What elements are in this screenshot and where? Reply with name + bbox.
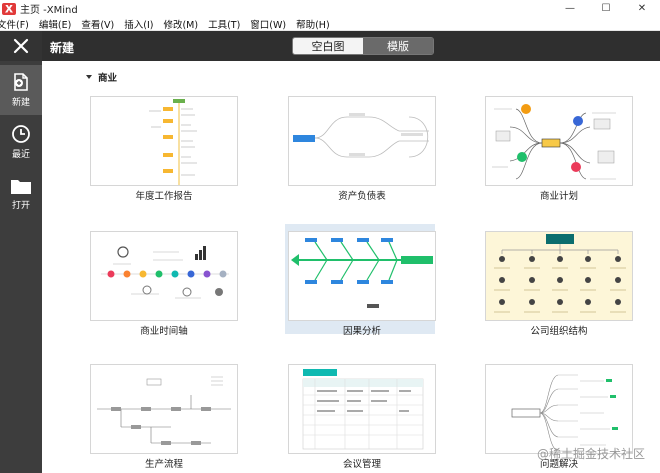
menu-view[interactable]: 查看(V) [81, 17, 114, 31]
maximize-button[interactable]: ☐ [588, 0, 624, 17]
window-controls: — ☐ ✕ [552, 0, 660, 17]
template-thumbnail [288, 364, 436, 454]
template-card-cause-analysis[interactable]: 因果分析 [288, 231, 438, 337]
watermark-text: @稀土掘金技术社区 [537, 447, 646, 461]
window-title: 主页 -XMind [20, 5, 78, 16]
menu-modify[interactable]: 修改(M) [163, 17, 198, 31]
problem-solving-thumbnail-icon [511, 374, 618, 452]
template-card-balance-sheet[interactable]: 资产负债表 [288, 96, 438, 202]
template-name: 会议管理 [342, 459, 381, 470]
caret-down-icon [86, 75, 92, 79]
template-card-org-structure[interactable]: 公司组织结构 [485, 231, 635, 337]
close-panel-button[interactable] [0, 31, 42, 61]
sidebar-item-new[interactable]: 新建 [0, 65, 42, 115]
section-header[interactable]: 商业 [86, 70, 117, 84]
template-thumbnail [90, 364, 238, 454]
sidebar: 新建 最近 打开 [0, 31, 42, 473]
minimize-button[interactable]: — [552, 0, 588, 17]
header-bar: 新建 空白图 模版 [42, 31, 660, 61]
sidebar-item-label: 最近 [11, 150, 30, 160]
tab-templates[interactable]: 模版 [363, 38, 433, 54]
business-timeline-thumbnail-icon [101, 246, 229, 299]
template-thumbnail [485, 231, 633, 321]
sidebar-item-recent[interactable]: 最近 [0, 117, 42, 167]
cause-analysis-thumbnail-icon [291, 238, 433, 308]
template-card-business-plan[interactable]: 商业计划 [485, 96, 635, 202]
page-title: 新建 [50, 41, 75, 55]
menu-insert[interactable]: 插入(I) [124, 17, 153, 31]
template-card-meeting-management[interactable]: 会议管理 [288, 364, 438, 470]
org-structure-thumbnail-icon [494, 234, 626, 313]
template-thumbnail [485, 364, 633, 454]
menu-file[interactable]: 文件(F) [0, 17, 29, 31]
template-thumbnail [485, 96, 633, 186]
business-plan-thumbnail-icon [492, 104, 616, 180]
template-name: 商业计划 [539, 191, 578, 202]
template-thumbnail [288, 231, 436, 321]
template-card-production-process[interactable]: 生产流程 [90, 364, 240, 470]
template-name: 年度工作报告 [135, 191, 193, 202]
template-thumbnail [90, 96, 238, 186]
sidebar-item-label: 打开 [11, 201, 30, 211]
tab-blank-map[interactable]: 空白图 [293, 38, 363, 54]
template-name: 生产流程 [144, 459, 183, 470]
menu-tools[interactable]: 工具(T) [208, 17, 240, 31]
balance-sheet-thumbnail-icon [293, 113, 429, 158]
clock-icon [12, 125, 30, 143]
section-title: 商业 [98, 73, 118, 84]
sidebar-item-label: 新建 [11, 98, 30, 108]
meeting-management-thumbnail-icon [302, 369, 424, 450]
menu-window[interactable]: 窗口(W) [250, 17, 286, 31]
new-file-icon [14, 73, 28, 91]
menu-edit[interactable]: 编辑(E) [39, 17, 71, 31]
xmind-logo-icon [2, 2, 16, 15]
close-window-button[interactable]: ✕ [624, 0, 660, 17]
title-bar: 主页 -XMind — ☐ ✕ [0, 0, 660, 17]
template-card-business-timeline[interactable]: 商业时间轴 [90, 231, 240, 337]
xmind-window: 主页 -XMind — ☐ ✕ 文件(F) 编辑(E) 查看(V) 插入(I) … [0, 0, 660, 473]
template-card-annual-report[interactable]: 年度工作报告 [90, 96, 240, 202]
production-process-thumbnail-icon [97, 376, 231, 445]
template-name: 商业时间轴 [140, 326, 188, 337]
mode-segmented-control: 空白图 模版 [292, 37, 434, 55]
folder-icon [11, 180, 31, 194]
template-thumbnail [288, 96, 436, 186]
close-icon [13, 38, 29, 54]
menu-bar: 文件(F) 编辑(E) 查看(V) 插入(I) 修改(M) 工具(T) 窗口(W… [0, 17, 660, 31]
template-gallery: 商业 年度工作报告 资产负债表 商业计划 商业时间轴 因果分析 公司组织结构 生… [42, 61, 660, 473]
annual-report-thumbnail-icon [149, 99, 197, 185]
sidebar-item-open[interactable]: 打开 [0, 169, 42, 219]
menu-help[interactable]: 帮助(H) [296, 17, 330, 31]
template-name: 公司组织结构 [530, 326, 588, 337]
template-name: 因果分析 [342, 326, 381, 337]
template-thumbnail [90, 231, 238, 321]
template-name: 资产负债表 [338, 191, 386, 202]
